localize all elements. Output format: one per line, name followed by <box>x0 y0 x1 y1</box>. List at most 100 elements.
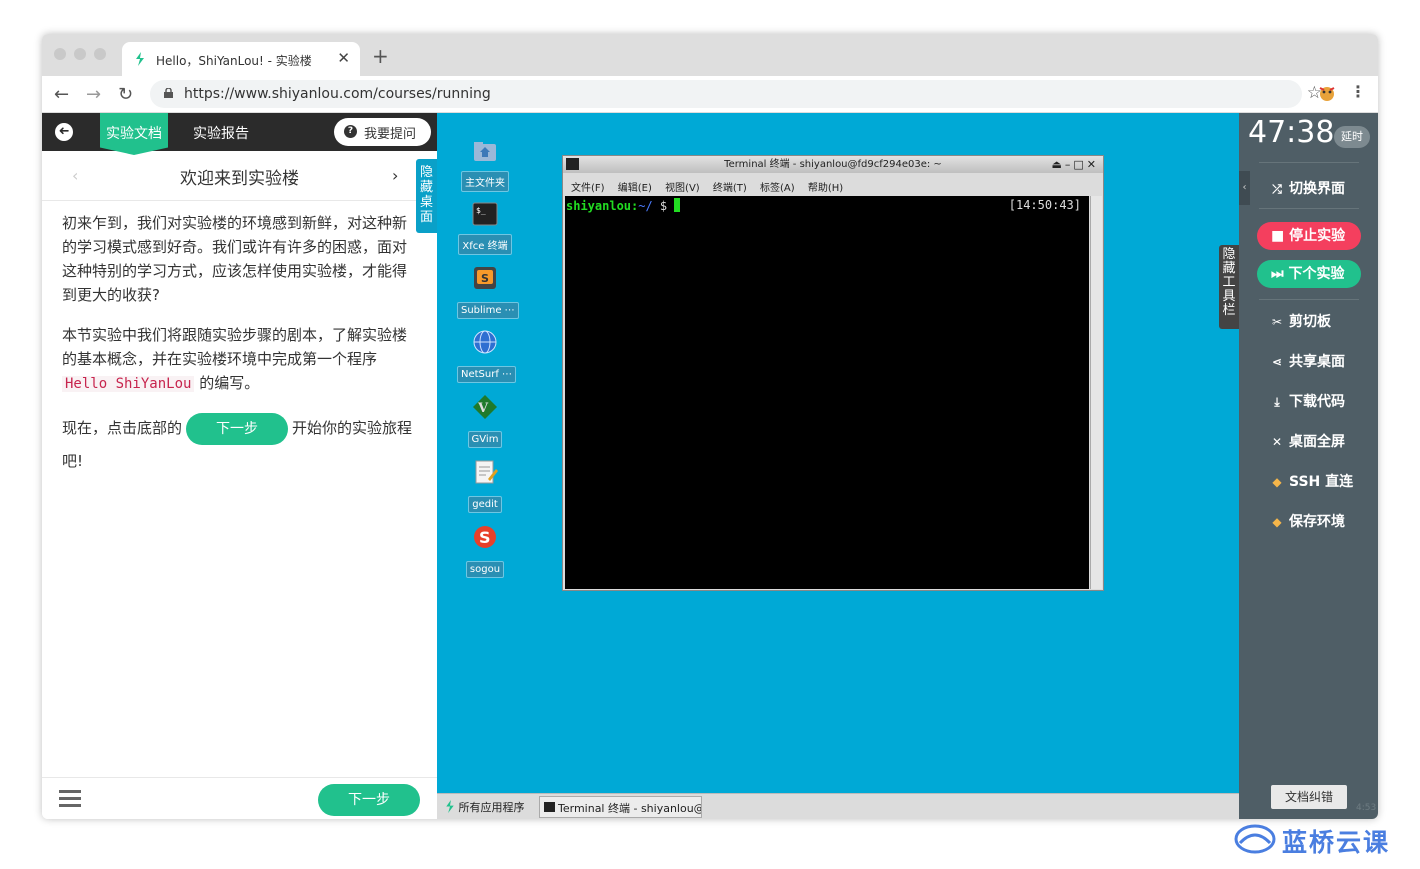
desktop-icon-sublime[interactable]: S Sublime ⋯ <box>457 265 519 319</box>
ask-question-button[interactable]: ? 我要提问 <box>334 118 431 146</box>
tab-lab-doc[interactable]: 实验文档 <box>100 113 168 155</box>
terminal-titlebar[interactable]: Terminal 终端 - shiyanlou@fd9cf294e03e: ~ … <box>563 156 1103 173</box>
extend-time-button[interactable]: 延时 <box>1334 126 1370 148</box>
remote-desktop[interactable]: 主文件夹 $_ Xfce 终端 S Sublime ⋯ NetSurf ⋯ V … <box>437 113 1239 819</box>
all-apps-menu[interactable]: 所有应用程序 <box>445 799 525 815</box>
tab-title: Hello，ShiYanLou! - 实验楼 <box>156 54 312 68</box>
next-lab-button[interactable]: ⏭ 下个实验 <box>1257 260 1361 288</box>
lab-doc-panel: ➜ 实验文档 实验报告 ? 我要提问 ‹ 欢迎来到实验楼 › 隐藏桌面 初来乍到… <box>42 113 437 819</box>
browser-tab[interactable]: Hello，ShiYanLou! - 实验楼 ✕ <box>122 42 360 76</box>
minimize-window-button[interactable] <box>74 48 86 60</box>
fullscreen-icon: ✕ <box>1271 435 1283 449</box>
chapter-list-icon[interactable] <box>59 790 81 808</box>
terminal-small-icon <box>566 158 579 170</box>
collapse-toolbar-icon[interactable]: ‹ <box>1239 171 1250 205</box>
url-input[interactable]: https://www.shiyanlou.com/courses/runnin… <box>150 80 1322 108</box>
share-desktop-button[interactable]: ⋖ 共享桌面 <box>1269 351 1345 371</box>
share-icon: ⋖ <box>1271 355 1283 369</box>
countdown-timer: 47:38 <box>1248 115 1335 150</box>
download-icon: ⤓ <box>1274 395 1280 409</box>
extension-icon[interactable] <box>1316 82 1338 104</box>
tab-lab-report[interactable]: 实验报告 <box>193 123 249 143</box>
terminal-screen[interactable]: shiyanlou:~/ $ [14:50:43] <box>565 196 1089 589</box>
desktop-icon-sogou[interactable]: S sogou <box>457 524 513 578</box>
desktop-icon-home[interactable]: 主文件夹 <box>457 138 513 192</box>
lanqiao-logo-icon <box>1234 824 1276 854</box>
doc-title: 欢迎来到实验楼 <box>180 169 299 189</box>
tab-strip: Hello，ShiYanLou! - 实验楼 ✕ + <box>42 34 1378 76</box>
svg-text:S: S <box>479 528 491 547</box>
skip-next-icon: ⏭ <box>1271 266 1289 282</box>
desktop-icon-netsurf[interactable]: NetSurf ⋯ <box>457 329 517 383</box>
menu-tabs[interactable]: 标签(A) <box>760 183 795 194</box>
text-cursor <box>674 198 681 212</box>
shuffle-icon: ⤮ <box>1272 182 1282 196</box>
inline-next-step-button[interactable]: 下一步 <box>186 412 289 445</box>
ask-question-label: 我要提问 <box>364 127 417 142</box>
home-folder-icon <box>474 142 496 161</box>
watermark-text: 蓝桥云课 <box>1282 828 1391 857</box>
terminal-clock: [14:50:43] <box>1008 198 1081 212</box>
shell-prompt: shiyanlou:~/ $ <box>566 198 681 213</box>
desktop-icon-xfce-terminal[interactable]: $_ Xfce 终端 <box>457 201 513 255</box>
reload-icon[interactable]: ↻ <box>118 84 133 105</box>
doc-error-report-button[interactable]: 文档纠错 <box>1271 785 1347 809</box>
doc-content: 初来乍到，我们对实验楼的环境感到新鲜，对这种新的学习模式感到好奇。我们或许有许多… <box>62 211 417 493</box>
lab-toolbar: 47:38 延时 ‹ ⤮ 切换界面 ■ 停止实验 ⏭ 下个实验 ✂ 剪切板 ⋖ 共享桌… <box>1239 113 1378 819</box>
doc-paragraph: 本节实验中我们将跟随实验步骤的剧本，了解实验楼的基本概念，并在实验楼环境中完成第… <box>62 326 408 392</box>
desktop-taskbar: 所有应用程序 Terminal 终端 - shiyanlou@f⋯ <box>437 793 1239 819</box>
tiny-time-label: 4:53 <box>1356 803 1377 813</box>
save-environment-button[interactable]: ◆ 保存环境 <box>1269 511 1345 531</box>
zoom-window-button[interactable] <box>94 48 106 60</box>
apps-logo-icon <box>446 800 454 813</box>
sublime-icon: S <box>474 267 496 289</box>
terminal-window[interactable]: Terminal 终端 - shiyanlou@fd9cf294e03e: ~ … <box>562 155 1104 591</box>
terminal-scrollbar[interactable] <box>1090 196 1102 589</box>
doc-paragraph: 现在，点击底部的 下一步 开始你的实验旅程吧! <box>62 412 417 477</box>
url-text: https://www.shiyanlou.com/courses/runnin… <box>184 86 491 102</box>
desktop-icon-gvim[interactable]: V GVim <box>457 394 513 448</box>
download-code-button[interactable]: ⤓ 下载代码 <box>1269 391 1345 411</box>
svg-text:V: V <box>477 401 489 416</box>
fullscreen-button[interactable]: ✕ 桌面全屏 <box>1269 431 1345 451</box>
gedit-icon <box>475 460 498 484</box>
window-controls[interactable]: ⏏–□✕ <box>1051 156 1099 173</box>
stop-lab-button[interactable]: ■ 停止实验 <box>1257 222 1361 250</box>
clipboard-button[interactable]: ✂ 剪切板 <box>1269 311 1331 331</box>
sogou-icon: S <box>474 526 496 548</box>
ssh-connect-button[interactable]: ◆ SSH 直连 <box>1269 471 1353 491</box>
diamond-icon: ◆ <box>1272 475 1282 489</box>
next-chapter-icon[interactable]: › <box>392 166 398 185</box>
menu-edit[interactable]: 编辑(E) <box>618 183 652 194</box>
terminal-title: Terminal 终端 - shiyanlou@fd9cf294e03e: ~ <box>724 159 942 170</box>
svg-text:$_: $_ <box>476 206 486 215</box>
menu-help[interactable]: 帮助(H) <box>808 183 843 194</box>
globe-icon <box>473 330 497 354</box>
lock-icon <box>164 88 173 98</box>
menu-file[interactable]: 文件(F) <box>571 183 605 194</box>
hide-toolbar-button[interactable]: 隐藏工具栏 <box>1219 245 1239 329</box>
next-step-button[interactable]: 下一步 <box>318 784 420 816</box>
doc-header: ➜ 实验文档 实验报告 ? 我要提问 <box>42 113 437 155</box>
divider <box>1259 208 1359 209</box>
switch-view-button[interactable]: ⤮ 切换界面 <box>1269 178 1345 198</box>
lanqiao-watermark: 蓝桥云课 <box>1234 822 1414 858</box>
stop-icon: ■ <box>1271 228 1290 244</box>
browser-menu-icon[interactable]: ⋮ <box>1350 82 1366 101</box>
tab-close-icon[interactable]: ✕ <box>337 49 350 67</box>
menu-view[interactable]: 视图(V) <box>665 183 700 194</box>
taskbar-terminal-item[interactable]: Terminal 终端 - shiyanlou@f⋯ <box>539 796 702 818</box>
desktop-icon-gedit[interactable]: gedit <box>457 459 513 513</box>
svg-text:S: S <box>481 272 489 285</box>
hide-desktop-button[interactable]: 隐藏桌面 <box>416 159 437 233</box>
inline-code: Hello ShiYanLou <box>62 376 195 392</box>
back-icon[interactable]: ← <box>54 84 69 105</box>
forward-icon[interactable]: → <box>86 84 101 105</box>
back-arrow-icon[interactable]: ➜ <box>55 123 73 141</box>
diamond-icon: ◆ <box>1272 515 1282 529</box>
close-window-button[interactable] <box>54 48 66 60</box>
terminal-task-icon <box>544 802 555 812</box>
new-tab-button[interactable]: + <box>372 44 389 68</box>
divider <box>1259 299 1359 300</box>
menu-terminal[interactable]: 终端(T) <box>713 183 747 194</box>
